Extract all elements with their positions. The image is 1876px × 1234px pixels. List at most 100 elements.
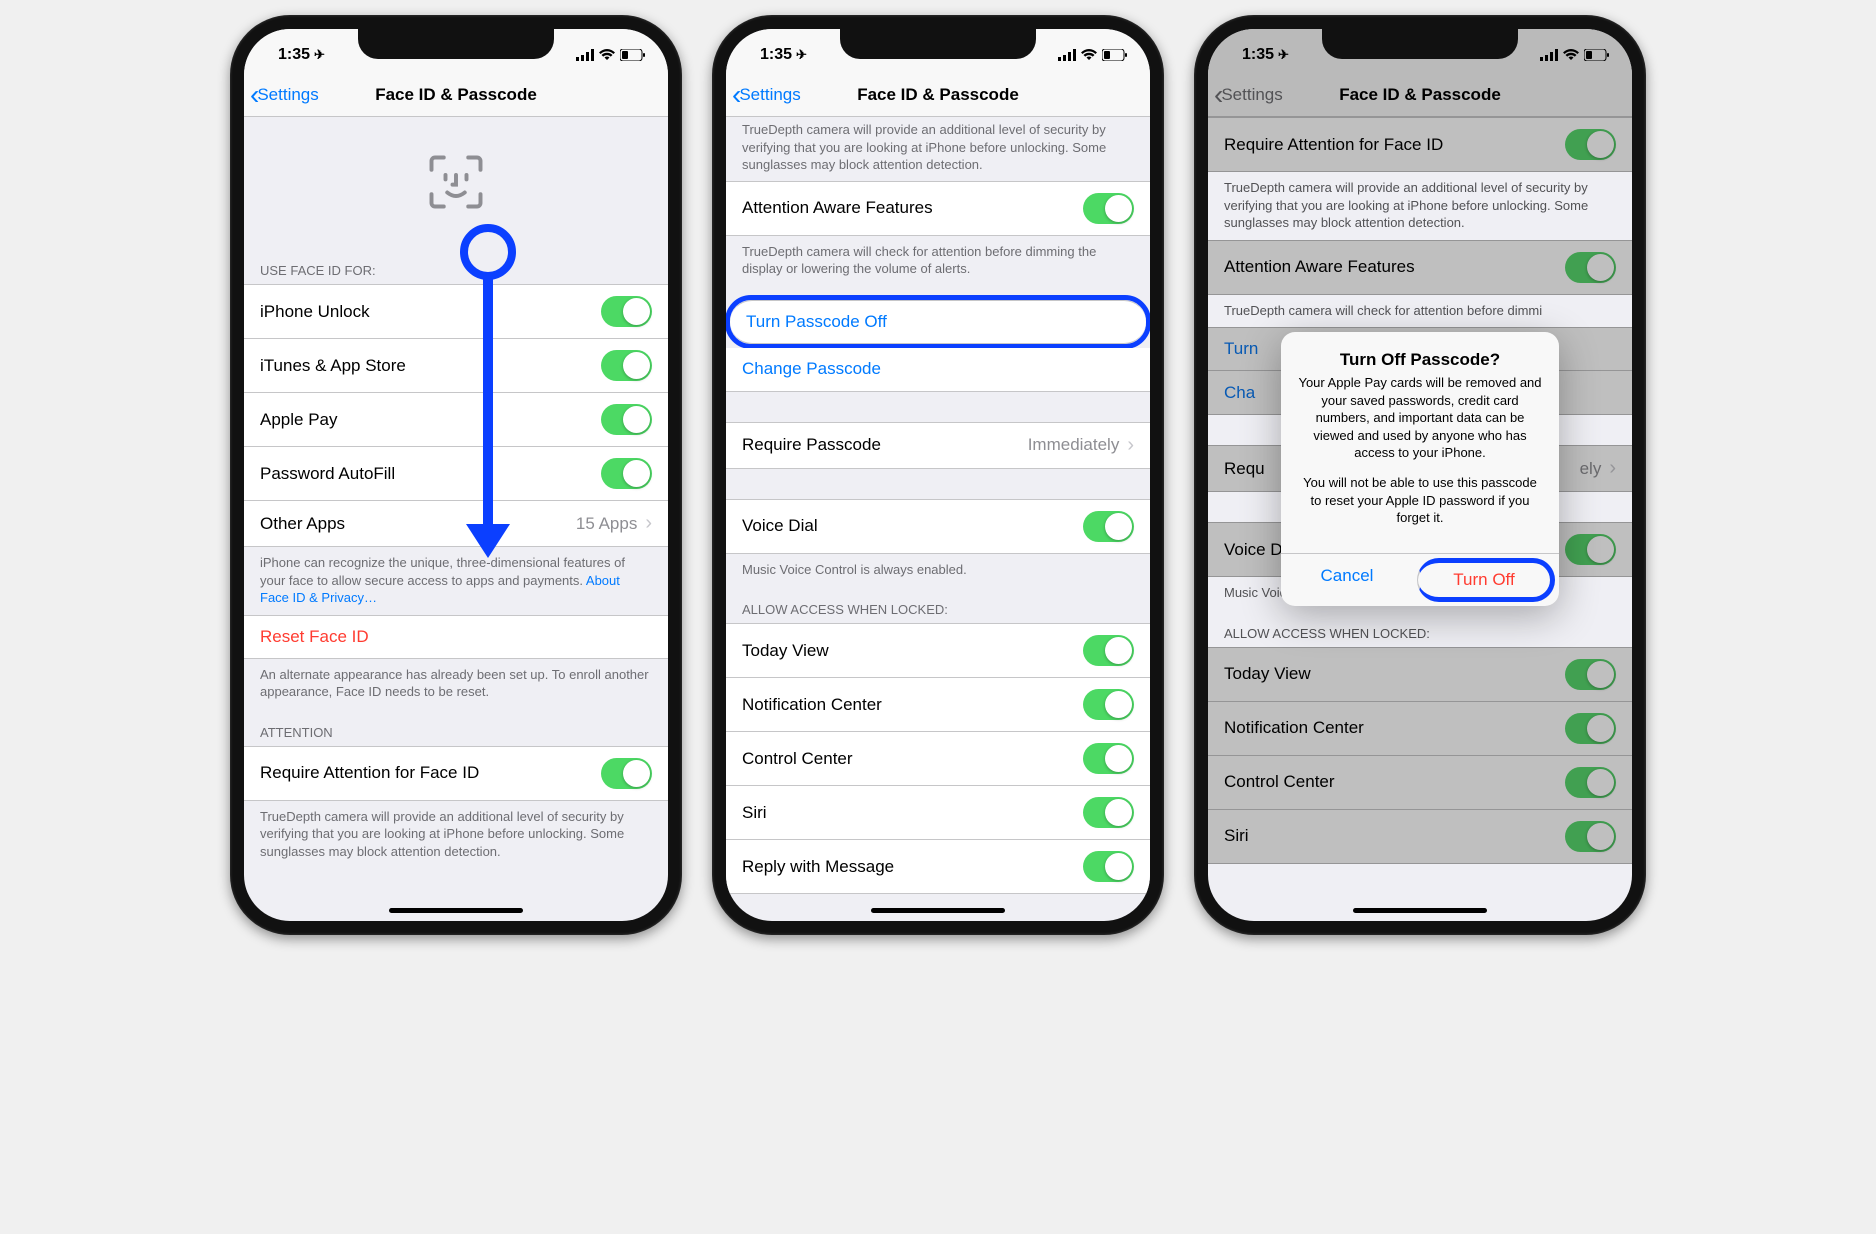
toggle-switch[interactable]	[1083, 797, 1134, 828]
row-attention-aware[interactable]: Attention Aware Features	[726, 181, 1150, 236]
phone-mockup-2: 1:35 ✈︎ ‹ Settings Face ID & Passcode Tr…	[712, 15, 1164, 935]
navigation-bar: ‹ Settings Face ID & Passcode	[726, 73, 1150, 117]
row-label: Turn	[1224, 339, 1258, 359]
row-turn-passcode-off[interactable]: Turn Passcode Off	[730, 300, 1146, 344]
toggle-switch[interactable]	[1083, 743, 1134, 774]
detail-text: 15 Apps	[576, 514, 637, 534]
back-label: Settings	[257, 85, 318, 105]
row-label: Today View	[742, 641, 829, 661]
location-services-icon: ✈︎	[314, 47, 325, 63]
toggle-switch	[1565, 713, 1616, 744]
toggle-switch	[1565, 767, 1616, 798]
row-label: Cha	[1224, 383, 1255, 403]
back-button[interactable]: ‹ Settings	[250, 81, 319, 109]
toggle-switch	[1565, 821, 1616, 852]
row-label: Attention Aware Features	[742, 198, 933, 218]
back-button: ‹ Settings	[1214, 81, 1283, 109]
row-label: Siri	[1224, 826, 1249, 846]
row-label: Reply with Message	[742, 857, 894, 877]
home-indicator[interactable]	[871, 908, 1005, 913]
row-itunes-appstore[interactable]: iTunes & App Store	[244, 339, 668, 393]
section-header-use-for: USE FACE ID FOR:	[244, 247, 668, 284]
row-reply-with-message[interactable]: Reply with Message	[726, 840, 1150, 894]
row-voice-dial[interactable]: Voice Dial	[726, 499, 1150, 554]
status-time: 1:35	[760, 46, 792, 64]
page-title: Face ID & Passcode	[375, 85, 537, 105]
section-header-attention: ATTENTION	[244, 709, 668, 746]
toggle-switch	[1565, 252, 1616, 283]
home-indicator[interactable]	[1353, 908, 1487, 913]
row-control-center: Control Center	[1208, 756, 1632, 810]
row-iphone-unlock[interactable]: iPhone Unlock	[244, 284, 668, 339]
section-header-allow-locked: ALLOW ACCESS WHEN LOCKED:	[1208, 610, 1632, 647]
row-require-passcode[interactable]: Require Passcode Immediately›	[726, 422, 1150, 469]
row-label: Today View	[1224, 664, 1311, 684]
toggle-switch[interactable]	[1083, 193, 1134, 224]
row-require-attention[interactable]: Require Attention for Face ID	[244, 746, 668, 801]
wifi-icon	[1080, 49, 1098, 61]
toggle-switch	[1565, 534, 1616, 565]
toggle-switch	[1565, 659, 1616, 690]
row-password-autofill[interactable]: Password AutoFill	[244, 447, 668, 501]
back-button[interactable]: ‹ Settings	[732, 81, 801, 109]
row-label: Password AutoFill	[260, 464, 395, 484]
cellular-signal-icon	[1540, 49, 1558, 61]
battery-icon	[1584, 49, 1610, 61]
row-label: Reset Face ID	[260, 627, 369, 647]
notch	[1322, 29, 1518, 59]
notch	[358, 29, 554, 59]
row-siri[interactable]: Siri	[726, 786, 1150, 840]
navigation-bar: ‹ Settings Face ID & Passcode	[1208, 73, 1632, 117]
alert-cancel-button[interactable]: Cancel	[1281, 554, 1413, 606]
toggle-switch[interactable]	[1083, 635, 1134, 666]
row-notification-center[interactable]: Notification Center	[726, 678, 1150, 732]
row-label: Control Center	[1224, 772, 1335, 792]
row-label: Turn Passcode Off	[746, 312, 887, 332]
page-title: Face ID & Passcode	[857, 85, 1019, 105]
row-notification-center: Notification Center	[1208, 702, 1632, 756]
settings-scroll-content[interactable]: USE FACE ID FOR: iPhone Unlock iTunes & …	[244, 117, 668, 921]
alert-message-1: Your Apple Pay cards will be removed and…	[1297, 374, 1543, 462]
toggle-switch[interactable]	[601, 758, 652, 789]
row-label: Require Passcode	[742, 435, 881, 455]
toggle-switch	[1565, 129, 1616, 160]
row-apple-pay[interactable]: Apple Pay	[244, 393, 668, 447]
row-label: Other Apps	[260, 514, 345, 534]
alert-turn-off-button[interactable]: Turn Off	[1417, 558, 1555, 602]
location-services-icon: ✈︎	[796, 47, 807, 63]
row-today-view: Today View	[1208, 647, 1632, 702]
footer-attention-aware: TrueDepth camera will check for attentio…	[1208, 295, 1632, 328]
status-time: 1:35	[1242, 46, 1274, 64]
toggle-switch[interactable]	[601, 296, 652, 327]
row-require-attention: Require Attention for Face ID	[1208, 117, 1632, 172]
footer-use-for: iPhone can recognize the unique, three-d…	[244, 547, 668, 615]
toggle-switch[interactable]	[1083, 511, 1134, 542]
row-label: iPhone Unlock	[260, 302, 370, 322]
home-indicator[interactable]	[389, 908, 523, 913]
back-label: Settings	[1221, 85, 1282, 105]
row-other-apps[interactable]: Other Apps 15 Apps›	[244, 501, 668, 547]
footer-reset: An alternate appearance has already been…	[244, 659, 668, 709]
row-label: Attention Aware Features	[1224, 257, 1415, 277]
page-title: Face ID & Passcode	[1339, 85, 1501, 105]
row-label: Change Passcode	[742, 359, 881, 379]
row-reset-face-id[interactable]: Reset Face ID	[244, 615, 668, 659]
row-siri: Siri	[1208, 810, 1632, 864]
navigation-bar: ‹ Settings Face ID & Passcode	[244, 73, 668, 117]
toggle-switch[interactable]	[601, 404, 652, 435]
toggle-switch[interactable]	[1083, 851, 1134, 882]
toggle-switch[interactable]	[601, 458, 652, 489]
row-label: iTunes & App Store	[260, 356, 406, 376]
battery-icon	[1102, 49, 1128, 61]
footer-voice-dial: Music Voice Control is always enabled.	[726, 554, 1150, 587]
toggle-switch[interactable]	[601, 350, 652, 381]
row-today-view[interactable]: Today View	[726, 623, 1150, 678]
chevron-right-icon: ›	[1609, 457, 1616, 480]
row-control-center[interactable]: Control Center	[726, 732, 1150, 786]
settings-scroll-content[interactable]: TrueDepth camera will provide an additio…	[726, 117, 1150, 921]
toggle-switch[interactable]	[1083, 689, 1134, 720]
cellular-signal-icon	[576, 49, 594, 61]
row-change-passcode[interactable]: Change Passcode	[726, 348, 1150, 392]
row-label: Notification Center	[1224, 718, 1364, 738]
alert-turn-off-passcode: Turn Off Passcode? Your Apple Pay cards …	[1281, 332, 1559, 605]
